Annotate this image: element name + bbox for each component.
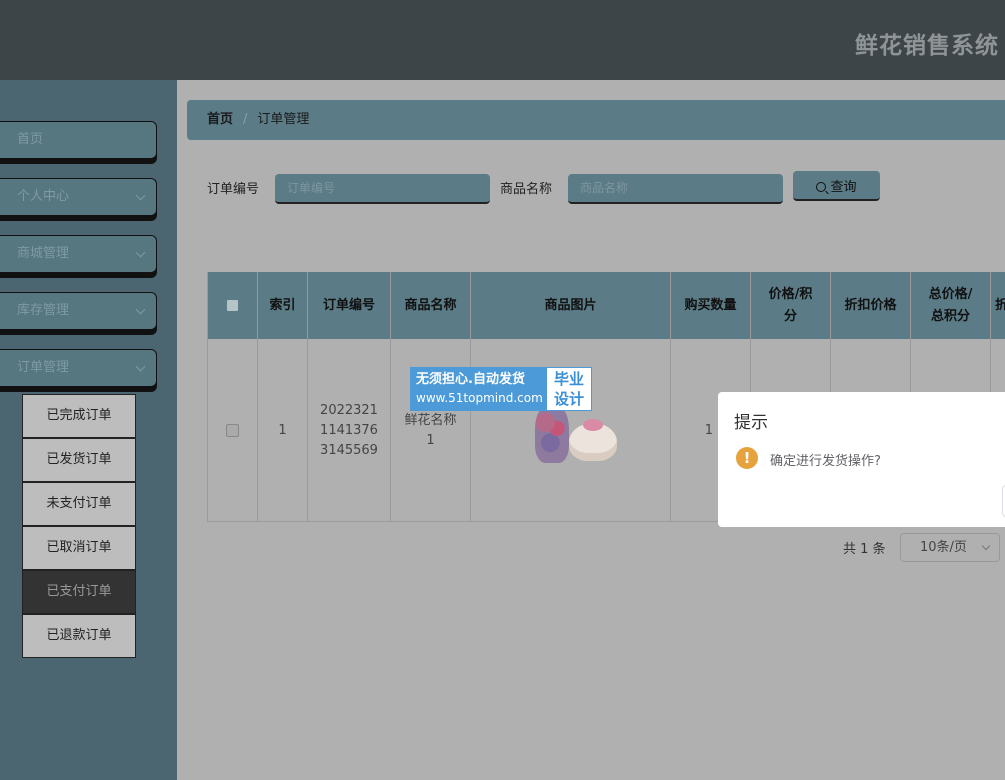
watermark-line1: 无须担心.自动发货: [416, 372, 525, 387]
submenu-item-refunded-orders[interactable]: 已退款订单: [22, 614, 136, 658]
search-button[interactable]: 查询: [793, 171, 880, 201]
product-name-input[interactable]: [568, 174, 783, 204]
product-name-line1: 鲜花名称: [404, 412, 457, 428]
product-image: [521, 401, 621, 471]
order-no-line3: 3145569: [320, 442, 378, 458]
header-total: 总价格/ 总积分: [911, 272, 991, 339]
table-header-row: 索引 订单编号 商品名称 商品图片 购买数量 价格/积 分 折扣价格 总价格/ …: [208, 272, 1005, 339]
watermark-text: 无须担心.自动发货 www.51topmind.com: [410, 367, 546, 411]
submenu-item-cancelled-orders[interactable]: 已取消订单: [22, 526, 136, 570]
header-next-partial: 折: [995, 297, 1005, 313]
chevron-down-icon: [135, 304, 146, 315]
warning-icon: !: [736, 447, 758, 469]
header-select-cell: [208, 272, 258, 339]
watermark-banner: 无须担心.自动发货 www.51topmind.com 毕业 设计: [410, 367, 592, 411]
sidebar-item-label: 库存管理: [17, 303, 70, 318]
sidebar-item-label: 个人中心: [17, 189, 70, 204]
sidebar-item-label: 商城管理: [17, 246, 70, 261]
breadcrumb: 首页 / 订单管理: [187, 100, 1005, 140]
top-header: 鲜花销售系统: [0, 0, 1005, 80]
bouquet-image: [534, 404, 569, 463]
sidebar-item-personal-center[interactable]: 个人中心: [0, 178, 157, 216]
header-discount-price: 折扣价格: [831, 272, 911, 339]
sidebar-item-order-management[interactable]: 订单管理: [0, 349, 157, 387]
page-size-select[interactable]: 10条/页: [900, 533, 1000, 562]
sidebar-item-inventory-management[interactable]: 库存管理: [0, 292, 157, 330]
watermark-line2: www.51topmind.com: [416, 391, 543, 405]
page-size-value: 10条/页: [920, 540, 967, 555]
cake-image: [568, 418, 617, 461]
submenu-item-completed-orders[interactable]: 已完成订单: [22, 394, 136, 438]
header-price-line2: 分: [783, 308, 797, 324]
watermark-badge-line1: 毕业: [553, 370, 584, 388]
submenu-item-shipped-orders[interactable]: 已发货订单: [22, 438, 136, 482]
search-button-label: 查询: [830, 179, 857, 195]
confirm-dialog: 提示 ! 确定进行发货操作?: [718, 392, 1005, 527]
chevron-down-icon: [135, 190, 146, 201]
order-no-line2: 1141376: [320, 422, 378, 438]
row-order-no: 2022321 1141376 3145569: [308, 339, 391, 522]
watermark-badge-line2: 设计: [553, 390, 584, 408]
breadcrumb-home[interactable]: 首页: [207, 112, 233, 127]
order-no-label: 订单编号: [207, 182, 260, 197]
header-total-line1: 总价格/: [928, 286, 973, 302]
chevron-down-icon: [981, 541, 991, 551]
pagination-total: 共 1 条: [843, 542, 886, 557]
order-no-input[interactable]: [275, 174, 490, 204]
submenu-item-unpaid-orders[interactable]: 未支付订单: [22, 482, 136, 526]
product-name-label: 商品名称: [500, 182, 553, 197]
row-select-cell: [208, 339, 258, 522]
product-name-line2: 1: [426, 432, 435, 448]
header-product-name: 商品名称: [391, 272, 471, 339]
dialog-message: 确定进行发货操作?: [770, 454, 881, 469]
app-title: 鲜花销售系统: [855, 33, 999, 59]
header-quantity: 购买数量: [671, 272, 751, 339]
sidebar-item-home[interactable]: 首页: [0, 121, 157, 159]
header-price: 价格/积 分: [751, 272, 831, 339]
header-total-line2: 总积分: [930, 308, 970, 324]
header-index: 索引: [258, 272, 308, 339]
row-checkbox[interactable]: [226, 424, 239, 437]
order-no-line1: 2022321: [320, 402, 378, 418]
header-order-no: 订单编号: [308, 272, 391, 339]
sidebar: 首页 个人中心 商城管理 库存管理 订单管理 已完成订单 已发货订单 未支付订单…: [0, 80, 177, 780]
breadcrumb-separator: /: [243, 112, 248, 127]
header-product-image: 商品图片: [471, 272, 671, 339]
dialog-title: 提示: [734, 413, 768, 433]
header-price-line1: 价格/积: [768, 286, 813, 302]
select-all-checkbox[interactable]: [226, 299, 239, 312]
sidebar-item-label: 订单管理: [17, 360, 70, 375]
submenu-item-paid-orders[interactable]: 已支付订单: [22, 570, 136, 614]
row-index: 1: [258, 339, 308, 522]
watermark-badge: 毕业 设计: [546, 367, 592, 411]
breadcrumb-current: 订单管理: [257, 112, 310, 127]
chevron-down-icon: [135, 361, 146, 372]
sidebar-item-mall-management[interactable]: 商城管理: [0, 235, 157, 273]
search-icon: [816, 181, 827, 192]
sidebar-item-label: 首页: [17, 132, 44, 147]
chevron-down-icon: [135, 247, 146, 258]
